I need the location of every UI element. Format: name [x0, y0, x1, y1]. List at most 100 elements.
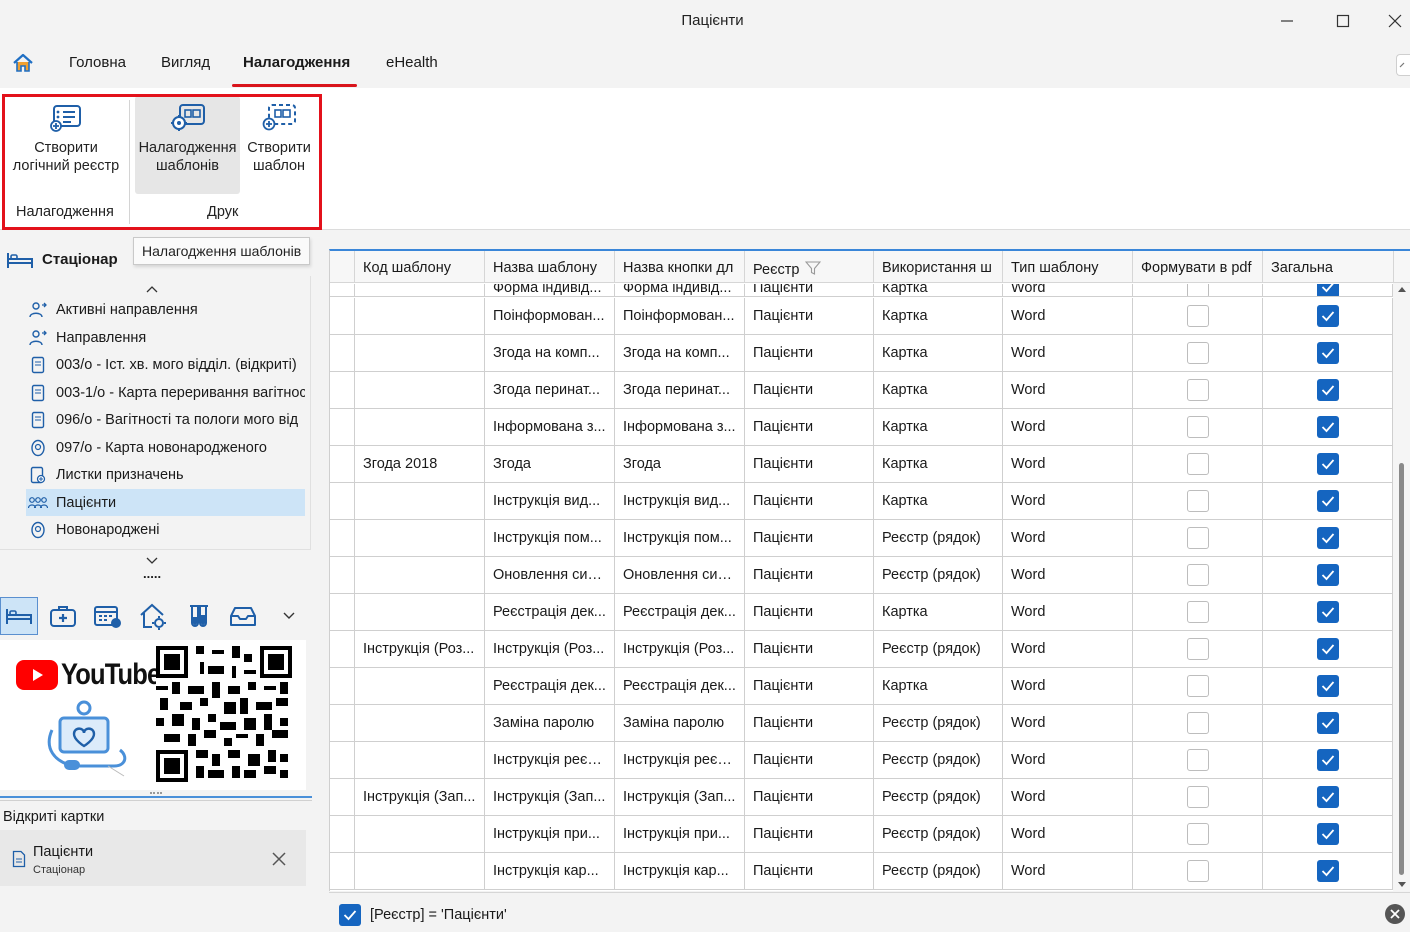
cell-button[interactable]: Інструкція (Зап... [615, 779, 745, 815]
cell-type[interactable]: Word [1003, 631, 1133, 667]
pdf-checkbox[interactable] [1187, 823, 1209, 845]
nav-item-patients[interactable]: Пацієнти [26, 489, 305, 516]
general-checkbox[interactable] [1317, 490, 1339, 512]
module-inbox-button[interactable] [224, 597, 262, 635]
tab-settings[interactable]: Налагодження [243, 54, 350, 71]
tab-home[interactable]: Головна [69, 54, 126, 71]
nav-item-newborns[interactable]: Новонароджені [26, 516, 305, 543]
cell-button[interactable]: Згода перинат... [615, 372, 745, 408]
general-checkbox[interactable] [1317, 284, 1339, 296]
cell-button[interactable]: Інструкція реєс... [615, 742, 745, 778]
general-checkbox[interactable] [1317, 601, 1339, 623]
pdf-checkbox[interactable] [1187, 712, 1209, 734]
column-header-button-name[interactable]: Назва кнопки дл [615, 251, 745, 283]
cell-registry[interactable]: Пацієнти [745, 742, 874, 778]
table-row[interactable]: Згода на комп... Згода на комп... Пацієнти… [330, 335, 1393, 372]
general-checkbox[interactable] [1317, 305, 1339, 327]
cell-type[interactable]: Word [1003, 520, 1133, 556]
row-indicator[interactable] [330, 779, 355, 815]
column-header-general[interactable]: Загальна [1263, 251, 1394, 283]
module-stationary-button[interactable] [0, 597, 38, 635]
cell-registry[interactable]: Пацієнти [745, 557, 874, 593]
cell-name[interactable]: Інструкція пом... [485, 520, 615, 556]
row-indicator[interactable] [330, 816, 355, 852]
column-header-type[interactable]: Тип шаблону [1003, 251, 1133, 283]
cell-button[interactable]: Згода на комп... [615, 335, 745, 371]
cell-usage[interactable]: Реєстр (рядок) [874, 705, 1003, 741]
cell-registry[interactable]: Пацієнти [745, 298, 874, 334]
pdf-checkbox[interactable] [1187, 284, 1209, 296]
cell-code[interactable] [355, 409, 485, 445]
cell-registry[interactable]: Пацієнти [745, 631, 874, 667]
cell-usage[interactable]: Картка [874, 335, 1003, 371]
cell-button[interactable]: Інструкція при... [615, 816, 745, 852]
cell-registry[interactable]: Пацієнти [745, 335, 874, 371]
minimize-button[interactable] [1264, 8, 1310, 34]
cell-name[interactable]: Реєстрація дек... [485, 594, 615, 630]
cell-name[interactable]: Інструкція реєс... [485, 742, 615, 778]
tab-view[interactable]: Вигляд [161, 54, 210, 71]
table-row[interactable]: Згода 2018 Згода Згода Пацієнти Картка Word [330, 446, 1393, 483]
cell-usage[interactable]: Реєстр (рядок) [874, 557, 1003, 593]
cell-usage[interactable]: Реєстр (рядок) [874, 853, 1003, 889]
cell-name[interactable]: Інструкція кар... [485, 853, 615, 889]
table-row[interactable]: Інструкція реєс... Інструкція реєс... Паці… [330, 742, 1393, 779]
pdf-checkbox[interactable] [1187, 305, 1209, 327]
nav-item-referrals[interactable]: Направлення [26, 324, 305, 351]
cell-name[interactable]: Інструкція (Зап... [485, 779, 615, 815]
cell-name[interactable]: Інструкція вид... [485, 483, 615, 519]
pdf-checkbox[interactable] [1187, 601, 1209, 623]
cell-type[interactable]: Word [1003, 409, 1133, 445]
module-lab-button[interactable] [179, 597, 217, 635]
pdf-checkbox[interactable] [1187, 860, 1209, 882]
cell-type[interactable]: Word [1003, 483, 1133, 519]
nav-item-003-1o[interactable]: 003-1/о - Карта переривання вагітнос [26, 379, 305, 406]
pdf-checkbox[interactable] [1187, 749, 1209, 771]
cell-registry[interactable]: Пацієнти [745, 816, 874, 852]
cell-usage[interactable]: Реєстр (рядок) [874, 520, 1003, 556]
table-row[interactable]: Оновлення сис... Оновлення сис... Пацієнти… [330, 557, 1393, 594]
cell-registry[interactable]: Пацієнти [745, 779, 874, 815]
cell-code[interactable] [355, 816, 485, 852]
cell-type[interactable]: Word [1003, 779, 1133, 815]
cell-button[interactable]: Інструкція (Роз... [615, 631, 745, 667]
cell-type[interactable]: Word [1003, 742, 1133, 778]
table-row[interactable]: Інструкція кар... Інструкція кар... Пацієн… [330, 853, 1393, 890]
cell-button[interactable]: Заміна паролю [615, 705, 745, 741]
cell-button[interactable]: Реєстрація дек... [615, 668, 745, 704]
general-checkbox[interactable] [1317, 638, 1339, 660]
cell-usage[interactable]: Картка [874, 409, 1003, 445]
cell-usage[interactable]: Реєстр (рядок) [874, 631, 1003, 667]
filter-expression[interactable]: [Реєстр] = 'Пацієнти' [370, 907, 507, 923]
pdf-checkbox[interactable] [1187, 675, 1209, 697]
vertical-scrollbar[interactable] [1393, 283, 1410, 891]
cell-code[interactable] [355, 705, 485, 741]
cell-name[interactable]: Згода на комп... [485, 335, 615, 371]
row-indicator[interactable] [330, 557, 355, 593]
cell-usage[interactable]: Реєстр (рядок) [874, 816, 1003, 852]
nav-item-003o[interactable]: 003/о - Іст. хв. мого відділ. (відкриті) [26, 351, 305, 378]
filter-enabled-checkbox[interactable] [339, 904, 361, 926]
column-header-usage[interactable]: Використання ш [874, 251, 1003, 283]
cell-registry[interactable]: Пацієнти [745, 520, 874, 556]
cell-registry[interactable]: Пацієнти [745, 446, 874, 482]
cell-button[interactable]: Реєстрація дек... [615, 594, 745, 630]
cell-name[interactable]: Оновлення сис... [485, 557, 615, 593]
promo-banner[interactable]: YouTube [0, 640, 306, 790]
general-checkbox[interactable] [1317, 860, 1339, 882]
cell-usage[interactable]: Реєстр (рядок) [874, 742, 1003, 778]
cell-registry[interactable]: Пацієнти [745, 483, 874, 519]
home-button[interactable] [12, 52, 34, 77]
qr-code-icon[interactable] [156, 646, 292, 785]
row-indicator[interactable] [330, 298, 355, 334]
cell-type[interactable]: Word [1003, 298, 1133, 334]
pdf-checkbox[interactable] [1187, 490, 1209, 512]
cell-code[interactable] [355, 298, 485, 334]
table-row[interactable]: Інструкція пом... Інструкція пом... Пацієн… [330, 520, 1393, 557]
column-header-registry[interactable]: Реєстр [745, 251, 874, 283]
nav-item-096o[interactable]: 096/о - Вагітності та пологи мого від [26, 406, 305, 433]
cell-code[interactable] [355, 483, 485, 519]
nav-item-097o[interactable]: 097/о - Карта новонародженого [26, 434, 305, 461]
row-indicator[interactable] [330, 705, 355, 741]
pdf-checkbox[interactable] [1187, 379, 1209, 401]
